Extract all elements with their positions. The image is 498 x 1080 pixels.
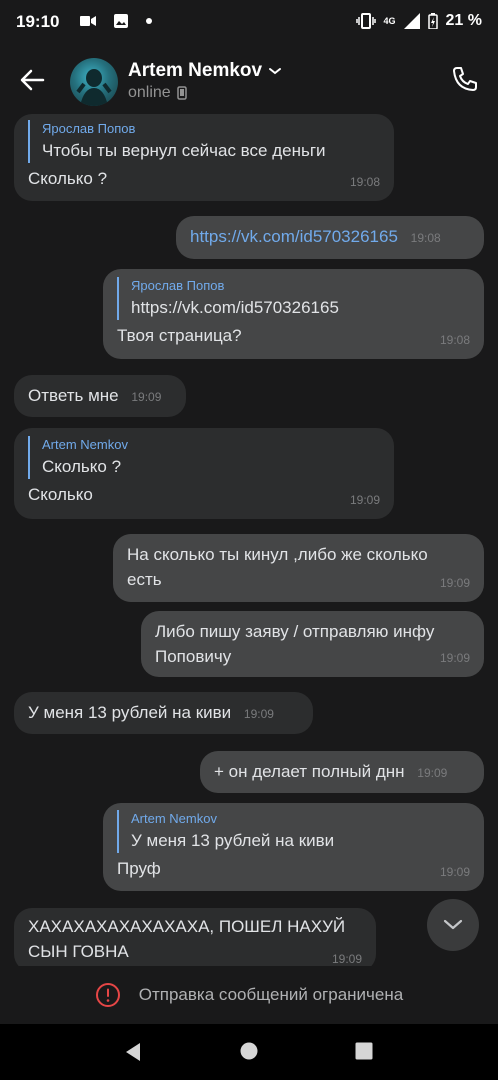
- message-text: Сколько ?: [28, 169, 108, 188]
- chevron-down-icon: [269, 68, 282, 75]
- message-outgoing[interactable]: Artem Nemkov У меня 13 рублей на киви Пр…: [103, 803, 484, 891]
- message-time: 19:09: [439, 865, 470, 879]
- message-outgoing[interactable]: Либо пишу заяву / отправляю инфу Попович…: [141, 611, 484, 677]
- reply-text: У меня 13 рублей на киви: [131, 831, 335, 850]
- nav-back-icon[interactable]: [124, 1042, 142, 1062]
- message-text: Пруф: [117, 859, 161, 878]
- message-text: ХАХАХАХАХАХАХАХА, ПОШЕЛ НАХУЙ СЫН ГОВНА: [28, 917, 346, 961]
- reply-text: Сколько ?: [42, 457, 122, 476]
- restriction-text: Отправка сообщений ограничена: [138, 985, 404, 1004]
- reply-quote[interactable]: Artem Nemkov У меня 13 рублей на киви: [117, 810, 470, 853]
- message-time: 19:09: [417, 766, 448, 780]
- message-list[interactable]: Ярослав Попов Чтобы ты вернул сейчас все…: [0, 114, 498, 966]
- dot-icon: [146, 18, 152, 24]
- battery-level: 21 %: [445, 12, 482, 29]
- message-text: Твоя страница?: [117, 326, 242, 345]
- contact-status: online: [128, 84, 187, 102]
- message-incoming[interactable]: Artem Nemkov Сколько ? Сколько 19:09: [14, 428, 394, 519]
- status-bar: 19:10 4G 21 %: [0, 0, 498, 46]
- message-time: 19:09: [439, 651, 470, 665]
- status-right: 4G 21 %: [355, 12, 482, 30]
- message-time: 19:09: [331, 952, 362, 966]
- chat-header: Artem Nemkov online: [0, 46, 498, 114]
- back-arrow-icon[interactable]: [18, 66, 46, 94]
- message-time: 19:09: [439, 576, 470, 590]
- nav-home-icon[interactable]: [240, 1042, 258, 1060]
- message-time: 19:09: [131, 390, 162, 404]
- message-incoming[interactable]: Ответь мне 19:09: [14, 375, 186, 417]
- message-time: 19:09: [243, 707, 274, 721]
- battery-icon: [427, 13, 438, 29]
- message-time: 19:08: [410, 231, 441, 245]
- reply-author: Ярослав Попов: [131, 278, 225, 293]
- message-outgoing[interactable]: + он делает полный днн 19:09: [200, 751, 484, 793]
- network-label: 4G: [383, 16, 396, 26]
- reply-author: Artem Nemkov: [42, 437, 128, 452]
- notification-icons: [80, 14, 152, 28]
- video-camera-icon: [80, 16, 96, 26]
- reply-author: Artem Nemkov: [131, 811, 217, 826]
- message-link[interactable]: https://vk.com/id570326165: [190, 227, 398, 246]
- signal-icon: [403, 13, 420, 29]
- message-time: 19:08: [349, 175, 380, 189]
- message-outgoing[interactable]: Ярослав Попов https://vk.com/id570326165…: [103, 269, 484, 359]
- message-time: 19:08: [439, 333, 470, 347]
- warning-icon: [95, 983, 120, 1007]
- reply-quote[interactable]: Artem Nemkov Сколько ?: [28, 436, 380, 479]
- message-outgoing[interactable]: https://vk.com/id570326165 19:08: [176, 216, 484, 259]
- message-outgoing[interactable]: На сколько ты кинул ,либо же сколько ест…: [113, 534, 484, 602]
- phone-call-icon[interactable]: [450, 64, 480, 94]
- message-text: На сколько ты кинул ,либо же сколько ест…: [127, 545, 428, 589]
- message-incoming[interactable]: Ярослав Попов Чтобы ты вернул сейчас все…: [14, 114, 394, 201]
- reply-quote[interactable]: Ярослав Попов https://vk.com/id570326165: [117, 277, 470, 320]
- system-nav-bar: [0, 1024, 498, 1080]
- contact-name-text: Artem Nemkov: [128, 60, 263, 81]
- restriction-banner: Отправка сообщений ограничена: [0, 966, 498, 1024]
- message-text: У меня 13 рублей на киви: [28, 703, 232, 722]
- message-text: Ответь мне: [28, 386, 119, 405]
- reply-text: Чтобы ты вернул сейчас все деньги: [42, 141, 326, 160]
- reply-text: https://vk.com/id570326165: [131, 298, 339, 317]
- message-incoming[interactable]: У меня 13 рублей на киви 19:09: [14, 692, 313, 734]
- message-time: 19:09: [349, 493, 380, 507]
- image-icon: [114, 14, 128, 28]
- contact-name[interactable]: Artem Nemkov: [128, 60, 282, 82]
- message-text: Сколько: [28, 485, 93, 504]
- avatar[interactable]: [70, 58, 118, 106]
- status-time: 19:10: [16, 12, 60, 31]
- reply-quote[interactable]: Ярослав Попов Чтобы ты вернул сейчас все…: [28, 120, 380, 163]
- nav-recents-icon[interactable]: [355, 1042, 373, 1060]
- scroll-down-button[interactable]: [427, 899, 479, 951]
- message-text: + он делает полный днн: [214, 762, 405, 781]
- message-text: Либо пишу заяву / отправляю инфу Попович…: [155, 622, 435, 666]
- mobile-icon: [176, 86, 187, 100]
- contact-status-text: online: [128, 84, 171, 101]
- message-incoming[interactable]: ХАХАХАХАХАХАХАХА, ПОШЕЛ НАХУЙ СЫН ГОВНА …: [14, 908, 376, 966]
- reply-author: Ярослав Попов: [42, 121, 136, 136]
- chevron-down-icon: [443, 919, 463, 930]
- vibrate-icon: [355, 13, 376, 29]
